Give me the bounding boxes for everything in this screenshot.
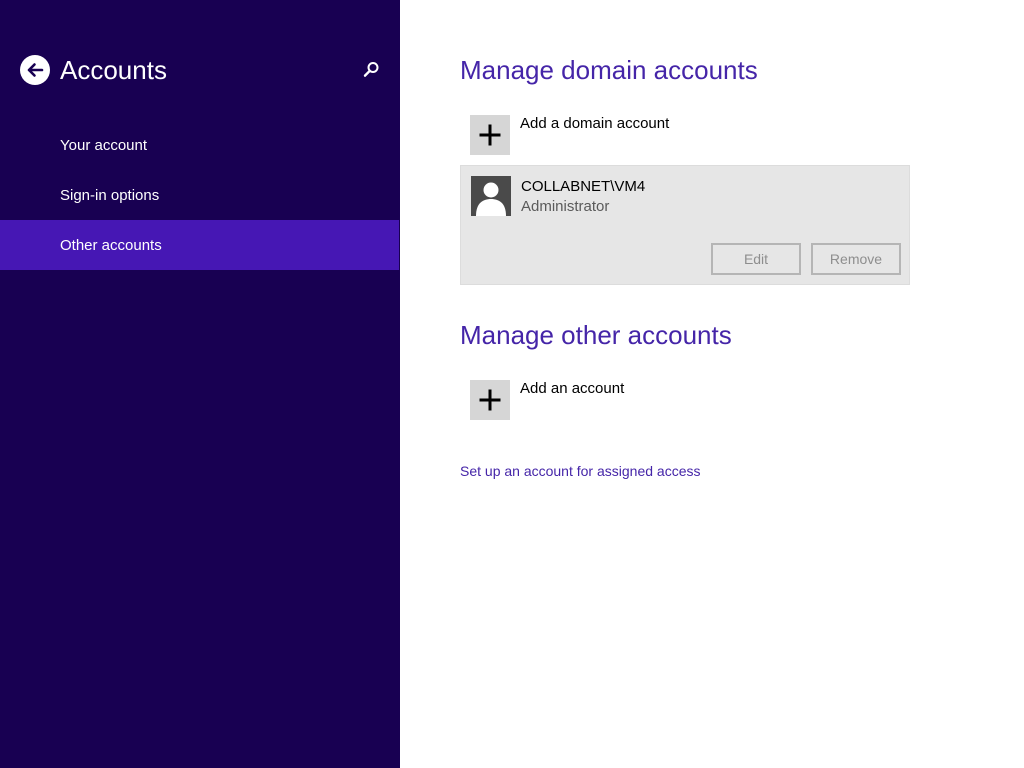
plus-icon[interactable] <box>470 380 510 420</box>
sidebar: Accounts Your account Sign-in options Ot… <box>0 0 400 768</box>
account-role: Administrator <box>521 198 610 215</box>
sidebar-item-label: Other accounts <box>60 236 162 254</box>
sidebar-item-your-account[interactable]: Your account <box>0 120 399 170</box>
account-name: COLLABNET\VM4 <box>521 178 646 195</box>
main-content: Manage domain accounts Add a domain acco… <box>400 0 1024 768</box>
add-domain-account-label[interactable]: Add a domain account <box>520 114 669 134</box>
page-title: Accounts <box>60 55 167 85</box>
remove-button[interactable]: Remove <box>811 243 901 275</box>
edit-button[interactable]: Edit <box>711 243 801 275</box>
back-arrow-icon[interactable] <box>20 55 50 85</box>
search-icon[interactable] <box>360 59 382 81</box>
sidebar-item-label: Your account <box>60 136 148 154</box>
sidebar-nav: Your account Sign-in options Other accou… <box>0 120 400 270</box>
plus-icon[interactable] <box>470 115 510 155</box>
sidebar-item-label: Sign-in options <box>60 186 160 204</box>
sidebar-item-sign-in-options[interactable]: Sign-in options <box>0 170 399 220</box>
other-accounts-heading: Manage other accounts <box>460 320 732 350</box>
pc-settings-window: Accounts Your account Sign-in options Ot… <box>0 0 1024 768</box>
add-account-label[interactable]: Add an account <box>520 379 624 399</box>
assigned-access-link[interactable]: Set up an account for assigned access <box>460 461 700 481</box>
user-avatar-icon <box>471 176 511 216</box>
domain-account-card[interactable]: COLLABNET\VM4 Administrator Edit Remove <box>460 165 910 285</box>
sidebar-item-other-accounts[interactable]: Other accounts <box>0 220 399 270</box>
domain-accounts-heading: Manage domain accounts <box>460 55 758 85</box>
